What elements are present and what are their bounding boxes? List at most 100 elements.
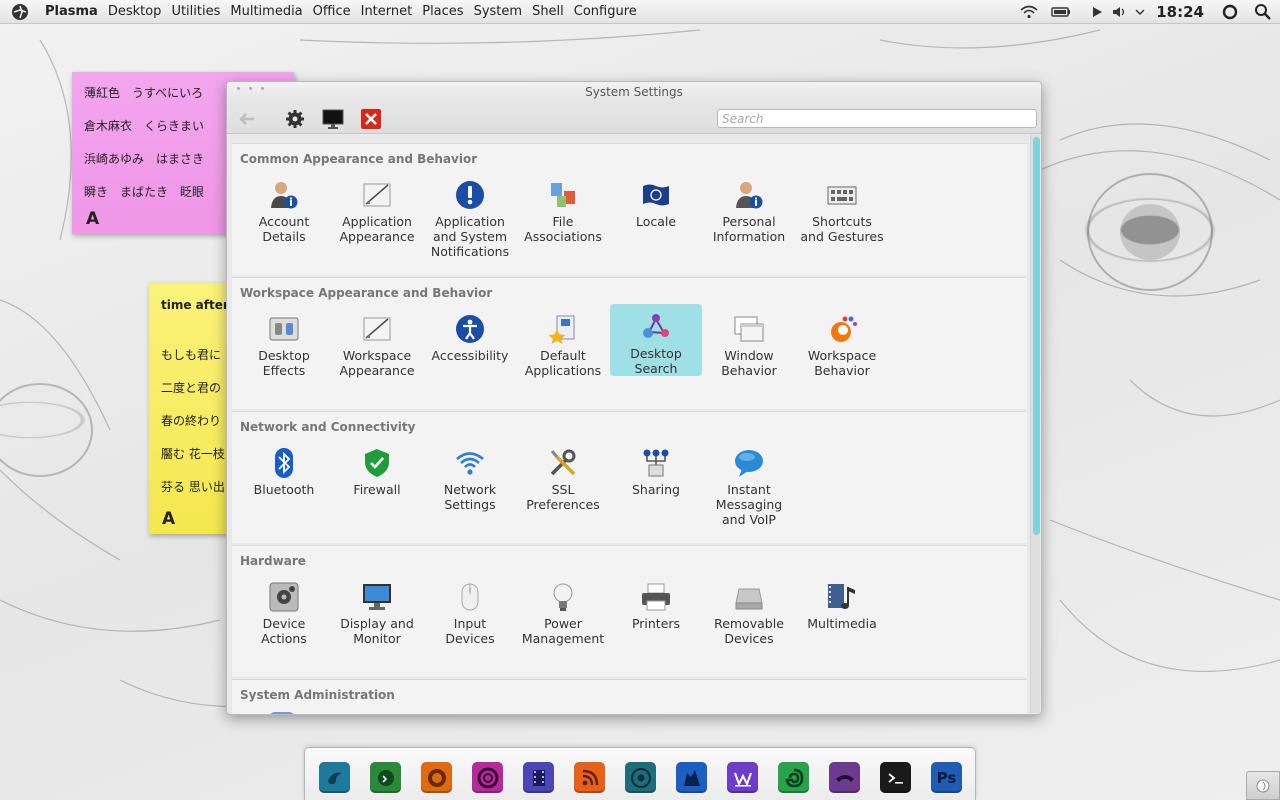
power-ring-icon[interactable] [1214,0,1246,24]
accessibility-icon [453,312,487,346]
item-network-settings[interactable]: Network Settings [424,440,516,512]
item-multimedia[interactable]: Multimedia [796,574,888,631]
item-label: Default Applications [524,348,602,378]
item-account-details[interactable]: Account Details [238,172,330,244]
multimedia-icon [825,580,859,614]
item-application-appearance[interactable]: Application Appearance [331,172,423,244]
media-play-icon[interactable] [1084,0,1110,24]
window-titlebar[interactable]: System Settings [227,82,1041,104]
rss-icon[interactable] [574,762,605,793]
app-launcher-button[interactable] [0,0,40,24]
firefox-icon[interactable] [421,762,452,793]
script-app-icon[interactable] [370,762,401,793]
launcher-swirl-icon [12,3,28,20]
battery-tray-icon[interactable] [1048,0,1074,24]
item-label: File Associations [524,214,602,244]
corner-activity-button[interactable] [1246,771,1280,800]
item-label: Device Actions [261,616,307,646]
notification-icon [453,178,487,212]
item-removable-devices[interactable]: Removable Devices [703,574,795,646]
item-label: Sharing [632,482,680,497]
item-label: Account Details [258,214,310,244]
item-bluetooth[interactable]: Bluetooth [238,440,330,497]
menu-configure[interactable]: Configure [569,0,642,24]
menu-office[interactable]: Office [308,0,356,24]
volume-icon[interactable] [1110,0,1130,24]
lightbulb-icon [546,580,580,614]
wolf-app-icon[interactable] [676,762,707,793]
close-icon[interactable] [359,107,383,131]
menu-plasma[interactable]: Plasma [40,0,103,24]
note-line: 浜崎あゆみ はまさき [84,152,205,166]
phone-app-icon[interactable] [829,762,860,793]
note-format-icon[interactable]: A [162,509,175,529]
item-accessibility[interactable]: Accessibility [424,306,516,363]
item-label: Workspace Behavior [807,348,877,378]
monitor-icon[interactable] [321,107,345,131]
clock[interactable]: 18:24 [1150,3,1214,21]
item-display-monitor[interactable]: Display and Monitor [331,574,423,646]
item-firewall[interactable]: Firewall [331,440,423,497]
printer-icon [639,580,673,614]
photoshop-icon[interactable]: Ps [931,762,962,793]
item-input-devices[interactable]: Input Devices [424,574,516,646]
bluetooth-icon [267,446,301,480]
item-instant-messaging[interactable]: Instant Messaging and VoIP [703,440,795,527]
section-title: Network and Connectivity [240,420,416,434]
menu-shell[interactable]: Shell [527,0,569,24]
item-default-applications[interactable]: Default Applications [517,306,609,378]
desktop-search-icon [639,310,673,344]
item-label: Instant Messaging and VoIP [715,482,783,527]
item-workspace-appearance[interactable]: Workspace Appearance [331,306,423,378]
item-ssl-preferences[interactable]: SSL Preferences [517,440,609,512]
item-label: SSL Preferences [526,482,600,512]
item-shortcuts[interactable]: Shortcuts and Gestures [796,172,888,244]
dock: Ps [304,747,976,800]
scrollbar-thumb[interactable] [1033,137,1040,535]
menu-system[interactable]: System [469,0,527,24]
menu-desktop[interactable]: Desktop [103,0,167,24]
green-app-icon[interactable] [778,762,809,793]
menu-places[interactable]: Places [417,0,468,24]
terminal-icon[interactable] [880,762,911,793]
item-file-associations[interactable]: File Associations [517,172,609,244]
item-notifications[interactable]: Application and System Notifications [424,172,516,259]
item-window-behavior[interactable]: Window Behavior [703,306,795,378]
menu-utilities[interactable]: Utilities [166,0,225,24]
item-label: Removable Devices [714,616,784,646]
note-line: 春の終わり [161,414,222,428]
item-device-actions[interactable]: Device Actions [238,574,330,646]
wiki-app-icon[interactable] [727,762,758,793]
ring-app-icon[interactable] [472,762,503,793]
note-line: 芬る 思い出 [161,480,225,494]
chrome-icon[interactable] [625,762,656,793]
wifi-tray-icon[interactable] [1016,0,1042,24]
item-label: Shortcuts and Gestures [800,214,884,244]
kde-app-icon[interactable] [319,762,350,793]
item-desktop-search[interactable]: Desktop Search [610,304,702,376]
item-workspace-behavior[interactable]: Workspace Behavior [796,306,888,378]
vertical-scrollbar[interactable] [1030,135,1040,713]
menu-internet[interactable]: Internet [356,0,418,24]
section-title: Hardware [240,554,306,568]
item-label: Firewall [353,482,401,497]
chevron-down-icon[interactable] [1130,0,1150,24]
search-icon[interactable] [1246,0,1280,24]
locale-flag-icon [639,178,673,212]
menu-multimedia[interactable]: Multimedia [225,0,307,24]
item-printers[interactable]: Printers [610,574,702,631]
back-arrow-icon[interactable] [235,107,259,131]
search-input[interactable] [717,109,1037,128]
video-app-icon[interactable] [523,762,554,793]
note-format-icon[interactable]: A [86,209,99,229]
item-sharing[interactable]: Sharing [610,440,702,497]
item-label: Printers [631,616,681,631]
user-info-icon [267,178,301,212]
item-desktop-effects[interactable]: Desktop Effects [238,306,330,378]
system-settings-window: System Settings Common Appearance and Be… [226,81,1042,715]
window-title: System Settings [585,85,683,99]
item-personal-information[interactable]: Personal Information [703,172,795,244]
item-locale[interactable]: Locale [610,172,702,229]
gear-icon[interactable] [283,107,307,131]
item-power-management[interactable]: Power Management [517,574,609,646]
